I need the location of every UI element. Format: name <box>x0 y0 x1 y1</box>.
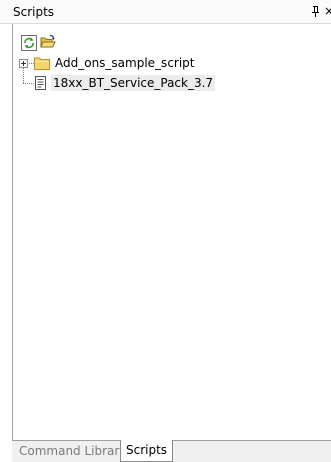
expand-icon[interactable] <box>19 59 28 68</box>
close-icon[interactable]: × <box>324 4 331 18</box>
document-icon <box>34 76 47 90</box>
tab-scripts[interactable]: Scripts <box>120 440 174 462</box>
folder-icon <box>34 56 50 70</box>
refresh-scripts-button[interactable] <box>21 35 37 51</box>
scripts-panel: Add_ons_sample_script 18xx_BT_Service_Pa… <box>12 24 331 440</box>
tree-item-label: Add_ons_sample_script <box>55 56 195 70</box>
panel-title-bar: Scripts × <box>0 0 331 24</box>
tree-item-label: 18xx_BT_Service_Pack_3.7 <box>51 75 216 91</box>
open-folder-icon <box>40 34 56 48</box>
tab-bar: Command Library Scripts <box>12 440 331 462</box>
tree-item-folder[interactable]: Add_ons_sample_script <box>13 55 313 71</box>
refresh-icon <box>21 35 37 51</box>
tab-command-library[interactable]: Command Library <box>14 441 131 462</box>
tree-item-script[interactable]: 18xx_BT_Service_Pack_3.7 <box>13 75 313 91</box>
pin-icon[interactable] <box>311 6 320 17</box>
open-folder-button[interactable] <box>40 34 56 50</box>
panel-title: Scripts <box>13 5 55 19</box>
